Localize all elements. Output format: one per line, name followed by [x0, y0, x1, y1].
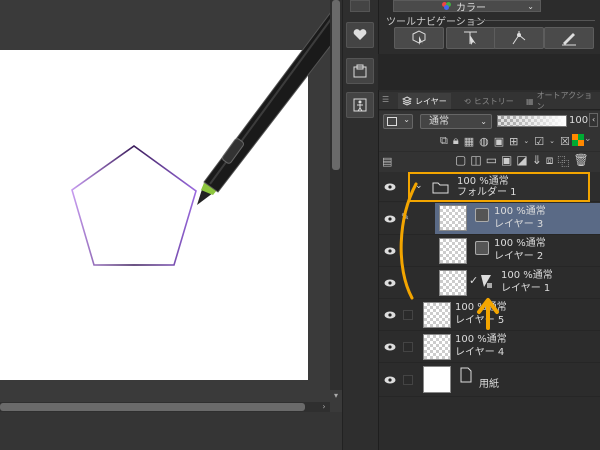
mask-icon[interactable]: ◪: [516, 153, 527, 170]
color-swatch-button[interactable]: ⌄: [383, 114, 413, 129]
divider: [470, 20, 595, 21]
merge-down-icon[interactable]: ⇓: [532, 153, 542, 170]
auto-action-icon: ▦: [526, 96, 534, 106]
layer-name: 用紙: [479, 379, 499, 390]
favorites-button[interactable]: [346, 22, 374, 48]
chevron-down-icon: ⌄: [480, 117, 487, 126]
chevron-down-icon: ⌄: [403, 115, 410, 124]
tab-label: ヒストリー: [473, 96, 514, 106]
paper-thumbnail: [423, 366, 451, 393]
chevron-down-icon[interactable]: ⌄: [549, 137, 555, 145]
select-layer-icon[interactable]: ⊞: [509, 135, 518, 148]
drag-arrow-annotation: [399, 182, 499, 330]
new-folder-icon[interactable]: ▭: [486, 153, 497, 170]
reference-layer-icon[interactable]: ◍: [479, 135, 489, 148]
material-box-icon: [353, 64, 367, 78]
new-vector-layer-icon[interactable]: ◫: [470, 153, 481, 170]
eye-icon[interactable]: [383, 375, 397, 385]
select-arrow-icon: [464, 31, 477, 45]
vector-path-icon: [512, 31, 526, 45]
layers-icon: [402, 96, 412, 106]
top-strip-button[interactable]: [350, 0, 370, 12]
color-wheel-icon: [442, 2, 452, 10]
check-layer-icon[interactable]: ☑: [534, 135, 544, 148]
check-x-icon[interactable]: ☒: [560, 135, 570, 148]
clip-icon[interactable]: ⧉: [440, 134, 448, 148]
history-icon: ⟲: [464, 96, 471, 106]
tab-label: オートアクション: [536, 91, 593, 111]
figure-icon: [353, 98, 367, 112]
opacity-value: 100: [569, 115, 589, 126]
panel-gap: [378, 54, 600, 90]
layer-percent-mode: 100 %通常: [494, 238, 546, 249]
opacity-stepper-icon[interactable]: ‹: [589, 113, 599, 127]
pose-button[interactable]: [346, 92, 374, 118]
eye-icon[interactable]: [383, 342, 397, 352]
color-dropdown[interactable]: カラー ⌄: [393, 0, 541, 14]
layer-settings-icon[interactable]: ▤: [382, 155, 392, 168]
menu-icon[interactable]: ☰: [382, 95, 389, 104]
nav-operation-button[interactable]: [446, 27, 496, 49]
new-raster-layer-icon[interactable]: ▢: [455, 153, 466, 170]
copy-icon[interactable]: ⿻: [557, 153, 569, 170]
material-button[interactable]: [346, 58, 374, 84]
new-fill-icon[interactable]: ▣: [501, 153, 512, 170]
tab-auto-action[interactable]: ▦ オートアクション: [522, 91, 600, 111]
pen-tool-icon: [562, 33, 576, 46]
layer-checkbox[interactable]: [403, 375, 413, 385]
layer-checkbox[interactable]: [403, 342, 413, 352]
chevron-down-icon[interactable]: ⌄: [584, 134, 592, 144]
delete-layer-icon[interactable]: 🗑︎: [573, 153, 588, 170]
draft-layer-icon[interactable]: ▣: [494, 135, 504, 148]
scroll-down-icon[interactable]: ▾: [330, 390, 342, 402]
layer-name: レイヤー 4: [455, 347, 505, 358]
combine-icon[interactable]: ⧈: [546, 153, 554, 170]
tab-history[interactable]: ⟲ ヒストリー: [460, 93, 518, 109]
layer-list-empty: [379, 398, 600, 450]
layer-row-paper[interactable]: 用紙: [379, 363, 600, 397]
layer-color-icon[interactable]: [572, 134, 584, 146]
layer-name: レイヤー 2: [494, 251, 544, 262]
tab-layer[interactable]: レイヤー: [398, 93, 451, 109]
layer-name: レイヤー 1: [501, 283, 551, 294]
nav-object-button[interactable]: [394, 27, 444, 49]
lock-alpha-icon[interactable]: ▦: [464, 135, 474, 148]
chevron-down-icon: ⌄: [527, 1, 534, 11]
blend-mode-select[interactable]: 通常 ⌄: [420, 114, 492, 129]
scroll-right-icon[interactable]: ›: [318, 402, 330, 412]
blend-mode-value: 通常: [429, 116, 449, 127]
layer-percent-mode: 100 %通常: [501, 270, 553, 281]
cube-cursor-icon: [412, 30, 426, 45]
status-bar: [0, 412, 345, 450]
layer-name: レイヤー 3: [494, 219, 544, 230]
heart-icon: [353, 29, 367, 40]
opacity-input[interactable]: 100 ‹: [569, 113, 600, 129]
chevron-down-icon[interactable]: ⌄: [523, 137, 529, 145]
vertical-scroll-thumb[interactable]: [332, 0, 340, 170]
paper-icon: [460, 367, 472, 383]
color-dropdown-label: カラー: [456, 2, 486, 14]
horizontal-scroll-thumb[interactable]: [0, 403, 305, 411]
lock-icon[interactable]: 🔒︎: [453, 134, 459, 148]
opacity-slider[interactable]: [497, 115, 567, 127]
nav-vector-button[interactable]: [494, 27, 544, 49]
nav-pen-button[interactable]: [544, 27, 594, 49]
tab-label: レイヤー: [415, 96, 447, 106]
layer-percent-mode: 100 %通常: [494, 206, 546, 217]
